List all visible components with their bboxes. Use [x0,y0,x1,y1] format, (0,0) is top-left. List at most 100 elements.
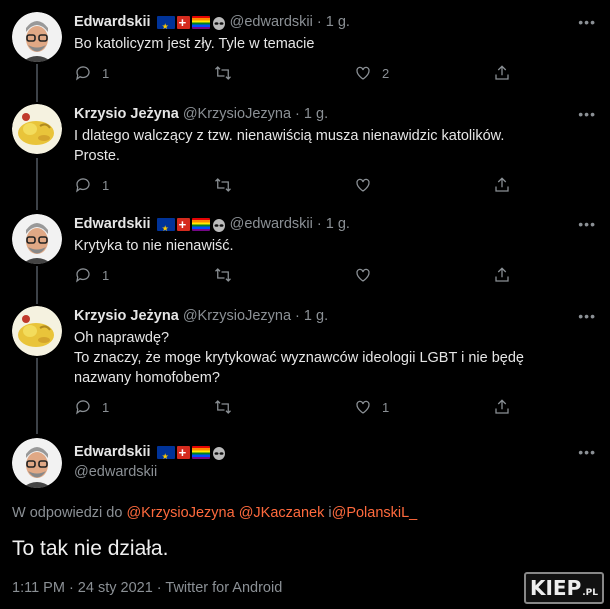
reply-icon [76,66,90,81]
tweet-actions: 1 2 [74,64,524,84]
like-count: 1 [382,399,390,415]
tweet-text: Oh naprawdę? To znaczy, że moge krytykow… [74,328,584,388]
reply-icon [76,178,90,193]
mention-link[interactable]: @PolanskiL_ [332,505,418,521]
separator-dot: · [295,106,304,122]
swiss-flag-icon [176,443,190,463]
author-handle[interactable]: @KrzysioJezyna [183,106,291,122]
eu-flag-icon [156,16,175,37]
tweet-text-line: Oh naprawdę? [74,330,170,346]
author-name[interactable]: Krzysio Jeżyna [74,308,179,324]
main-tweet-text: To tak nie działa. [12,537,169,560]
tweet-text-line: I dlatego walczący z tzw. nienawiścią mu… [74,128,505,144]
retweet-icon [215,400,231,414]
thread-line [36,64,38,102]
more-icon[interactable]: ••• [578,444,596,460]
retweet-button[interactable] [214,398,232,416]
reply-button[interactable]: 1 [74,176,109,194]
watermark-logo: KIEP .PL [523,572,604,604]
name-badges [156,13,226,37]
eu-flag-icon [156,218,175,239]
tweet-actions: 1 1 [74,398,524,418]
share-button[interactable] [493,64,511,82]
avatar-edwardskii[interactable] [12,438,62,488]
author-handle[interactable]: @KrzysioJezyna [183,308,291,324]
reply-count: 1 [102,267,110,283]
reply-count: 1 [102,399,110,415]
swiss-flag-icon [176,215,190,235]
author-name[interactable]: Edwardskii [74,14,151,30]
share-button[interactable] [493,176,511,194]
like-icon [356,400,370,414]
author-handle[interactable]: @edwardskii [230,14,313,30]
like-icon [356,268,370,282]
reply-button[interactable]: 1 [74,266,109,284]
tweet-meta[interactable]: 1:11 PM · 24 sty 2021 · Twitter for Andr… [12,580,282,596]
reply-and: i [324,505,332,521]
like-count: 2 [382,65,390,81]
tweet-actions: 1 [74,266,524,286]
alien-icon [212,447,225,460]
author-handle[interactable]: @edwardskii [74,464,157,480]
name-badges [156,215,226,239]
share-button[interactable] [493,266,511,284]
share-button[interactable] [493,398,511,416]
retweet-button[interactable] [214,64,232,82]
more-icon[interactable]: ••• [578,308,596,324]
retweet-icon [215,178,231,192]
mention-link[interactable]: @KrzysioJezyna [126,505,234,521]
rainbow-flag-icon [191,16,210,29]
share-icon [495,399,509,414]
rainbow-flag-icon [191,218,210,231]
reply-button[interactable]: 1 [74,64,109,82]
eu-flag-icon [156,446,175,467]
reply-prefix: W odpowiedzi do [12,505,127,521]
timestamp[interactable]: 1 g. [326,216,350,232]
retweet-button[interactable] [214,176,232,194]
tweet-text-line: nazwany homofobem? [74,370,220,386]
reply-count: 1 [102,177,110,193]
share-icon [495,267,509,282]
avatar-edwardskii[interactable] [12,214,62,264]
reply-icon [76,400,90,415]
tweet-text: Krytyka to nie nienawiść. [74,238,234,254]
alien-icon [212,17,225,30]
author-name[interactable]: Krzysio Jeżyna [74,106,179,122]
separator-dot: · [316,216,326,232]
like-button[interactable] [354,266,372,284]
retweet-icon [215,268,231,282]
reply-count: 1 [102,65,110,81]
like-button[interactable]: 2 [354,64,389,82]
like-button[interactable] [354,176,372,194]
tweet-text-line: Proste. [74,148,120,164]
share-icon [495,65,509,80]
tweet-actions: 1 [74,176,524,196]
reply-icon [76,268,90,283]
retweet-icon [215,66,231,80]
thread-line [36,158,38,210]
tweet-text: Bo katolicyzm jest zły. Tyle w temacie [74,36,315,52]
author-name[interactable]: Edwardskii [74,216,151,232]
author-handle[interactable]: @edwardskii [230,216,313,232]
mention-link[interactable]: @JKaczanek [239,505,325,521]
avatar-edwardskii[interactable] [12,12,62,62]
separator-dot: · [316,14,326,30]
timestamp[interactable]: 1 g. [304,106,328,122]
retweet-button[interactable] [214,266,232,284]
rainbow-flag-icon [191,446,210,459]
reply-button[interactable]: 1 [74,398,109,416]
more-icon[interactable]: ••• [578,216,596,232]
timestamp[interactable]: 1 g. [304,308,328,324]
like-icon [356,66,370,80]
alien-icon [212,219,225,232]
author-name[interactable]: Edwardskii [74,444,151,460]
thread-line [36,266,38,304]
timestamp[interactable]: 1 g. [326,14,350,30]
more-icon[interactable]: ••• [578,106,596,122]
avatar-krzysio[interactable] [12,104,62,154]
like-button[interactable]: 1 [354,398,389,416]
like-icon [356,178,370,192]
avatar-krzysio[interactable] [12,306,62,356]
more-icon[interactable]: ••• [578,14,596,30]
watermark-text: KIEP [529,576,582,600]
